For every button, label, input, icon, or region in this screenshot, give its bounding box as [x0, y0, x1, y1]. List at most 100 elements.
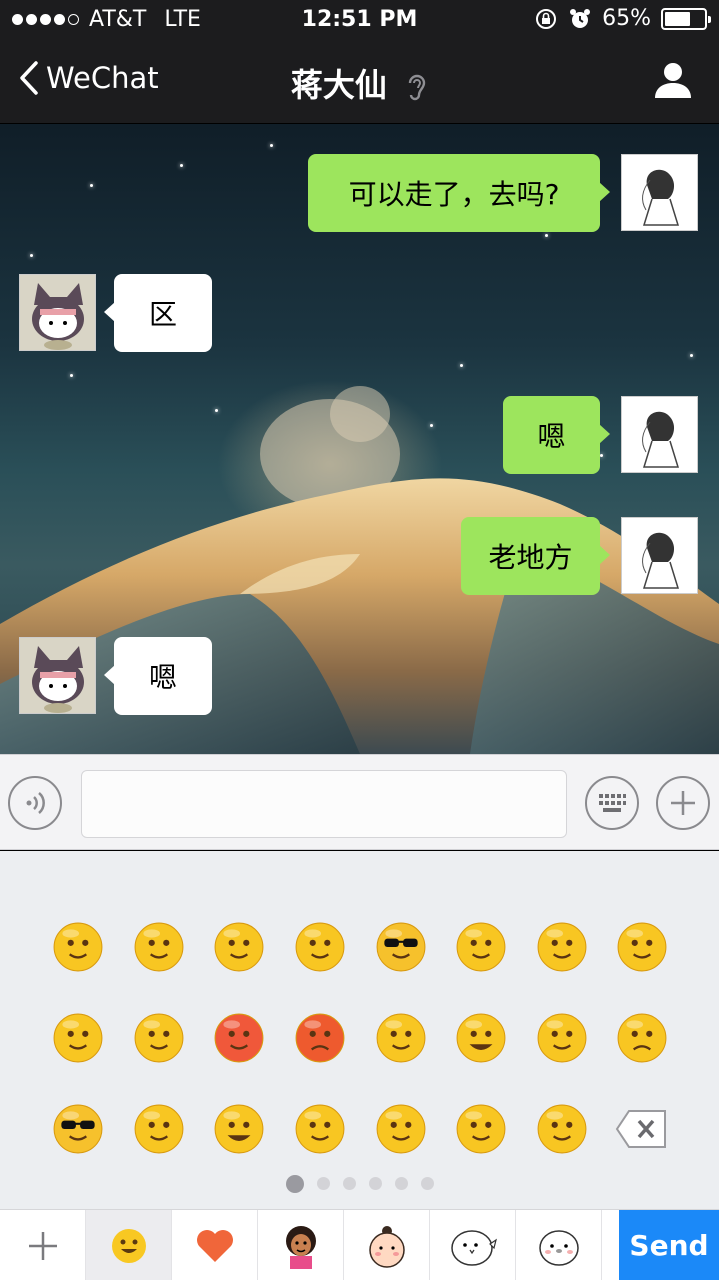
- drooling-icon: [295, 1104, 345, 1153]
- backspace-button[interactable]: [602, 1083, 683, 1174]
- shy-icon: [134, 1104, 184, 1153]
- emoji-blush-angry[interactable]: [522, 901, 603, 992]
- voice-button[interactable]: [8, 776, 62, 830]
- page-dot[interactable]: [342, 1177, 356, 1190]
- add-sticker-tab[interactable]: [0, 1210, 86, 1280]
- emoji-tears-squint[interactable]: [119, 992, 200, 1083]
- my-avatar[interactable]: [621, 517, 698, 594]
- grin-icon: [456, 1013, 506, 1062]
- emoji-angry[interactable]: [280, 992, 361, 1083]
- message-text: 嗯: [537, 420, 566, 453]
- emoji-startled[interactable]: [522, 1083, 603, 1174]
- emoji-facepalm-giggle[interactable]: [360, 1083, 441, 1174]
- sticker-chick-icon: [538, 1229, 579, 1266]
- battery-percent: 65%: [602, 6, 651, 31]
- cool-sunglasses-icon: [376, 922, 426, 971]
- emoji-tongue-wink[interactable]: [360, 992, 441, 1083]
- angry-icon: [295, 1013, 345, 1062]
- message-bubble-incoming[interactable]: 嗯: [104, 637, 212, 715]
- keyboard-icon: [599, 794, 626, 812]
- message-text: 嗯: [148, 661, 177, 694]
- shush-icon: [618, 922, 667, 971]
- message-bubble-outgoing[interactable]: 嗯: [503, 396, 610, 474]
- screaming-icon: [215, 1104, 264, 1153]
- emoji-sad[interactable]: [602, 992, 683, 1083]
- emoji-smile[interactable]: [38, 901, 119, 992]
- plus-icon: [671, 791, 695, 815]
- sticker-pack-tab[interactable]: [344, 1210, 430, 1280]
- emoji-tough-sunglasses[interactable]: [38, 1083, 119, 1174]
- heart-icon: [196, 1229, 233, 1262]
- message-bubble-incoming[interactable]: 区: [104, 274, 212, 352]
- contact-name: 蒋大仙: [290, 66, 387, 104]
- sticker-tab-bar: Send: [0, 1209, 719, 1280]
- sad-icon: [618, 1013, 667, 1062]
- emoji-grid: [38, 901, 683, 1174]
- my-avatar[interactable]: [621, 154, 698, 231]
- avatar-sketch-girl-image: [642, 532, 680, 589]
- blush-angry-icon: [537, 922, 587, 971]
- emoji-icon: [111, 1228, 146, 1263]
- emoji-screaming[interactable]: [199, 1083, 280, 1174]
- avatar-sketch-girl-image: [642, 169, 680, 226]
- page-dot[interactable]: [420, 1177, 434, 1190]
- sleepy-sigh-icon: [53, 1013, 103, 1062]
- send-button[interactable]: Send: [619, 1210, 719, 1280]
- add-icon: [28, 1231, 57, 1260]
- page-dot[interactable]: [394, 1177, 408, 1190]
- heart-eyes-icon: [215, 922, 264, 971]
- sticker-bird-icon: [450, 1229, 497, 1266]
- emoji-tab[interactable]: [86, 1210, 172, 1280]
- emoji-shy[interactable]: [119, 1083, 200, 1174]
- avatar-cartoon-cat-image: [32, 283, 84, 350]
- message-text: 可以走了，去吗?: [348, 178, 560, 211]
- message-bubble-outgoing[interactable]: 老地方: [461, 517, 610, 595]
- rotation-lock-icon: [536, 8, 557, 29]
- sticker-pack-tab[interactable]: [430, 1210, 516, 1280]
- voice-icon: [26, 792, 45, 814]
- emoji-drooling[interactable]: [280, 1083, 361, 1174]
- emoji-happy-blush[interactable]: [441, 1083, 522, 1174]
- page-dot[interactable]: [368, 1177, 382, 1190]
- smile-icon: [53, 922, 103, 971]
- emoji-crying-loudly[interactable]: [441, 901, 522, 992]
- contact-avatar[interactable]: [19, 274, 96, 351]
- emoji-awkward[interactable]: [119, 901, 200, 992]
- shocked-icon: [295, 922, 345, 971]
- emoji-surprised-blush[interactable]: [522, 992, 603, 1083]
- crying-loudly-icon: [456, 922, 506, 971]
- keyboard-toggle-button[interactable]: [585, 776, 639, 830]
- favorites-tab[interactable]: [172, 1210, 258, 1280]
- profile-icon: [655, 63, 691, 98]
- tongue-wink-icon: [376, 1013, 426, 1062]
- awkward-icon: [134, 922, 184, 971]
- emoji-red-blush[interactable]: [199, 992, 280, 1083]
- facepalm-giggle-icon: [376, 1104, 426, 1153]
- sticker-girl-icon: [285, 1225, 316, 1269]
- sticker-bun-icon: [368, 1225, 405, 1268]
- sticker-pack-tab[interactable]: [258, 1210, 344, 1280]
- backspace-icon: [616, 1109, 667, 1148]
- page-dot[interactable]: [316, 1177, 330, 1190]
- message-input[interactable]: [81, 770, 567, 838]
- happy-blush-icon: [456, 1104, 506, 1153]
- emoji-cool-sunglasses[interactable]: [360, 901, 441, 992]
- more-options-button[interactable]: [656, 776, 710, 830]
- emoji-shocked[interactable]: [280, 901, 361, 992]
- emoji-heart-eyes[interactable]: [199, 901, 280, 992]
- emoji-sleepy-sigh[interactable]: [38, 992, 119, 1083]
- emoji-shush[interactable]: [602, 901, 683, 992]
- contact-profile-button[interactable]: [653, 60, 693, 104]
- chat-header: WeChat 蒋大仙: [0, 40, 719, 124]
- tears-squint-icon: [134, 1013, 184, 1062]
- contact-avatar[interactable]: [19, 637, 96, 714]
- page-dot[interactable]: [285, 1175, 304, 1193]
- tough-sunglasses-icon: [53, 1104, 103, 1153]
- avatar-sketch-girl-image: [642, 411, 680, 468]
- my-avatar[interactable]: [621, 396, 698, 473]
- surprised-blush-icon: [537, 1013, 587, 1062]
- chat-history[interactable]: 可以走了，去吗? 区 嗯 老地方 嗯: [0, 124, 719, 754]
- emoji-grin[interactable]: [441, 992, 522, 1083]
- message-bubble-outgoing[interactable]: 可以走了，去吗?: [308, 154, 610, 232]
- sticker-pack-tab[interactable]: [516, 1210, 602, 1280]
